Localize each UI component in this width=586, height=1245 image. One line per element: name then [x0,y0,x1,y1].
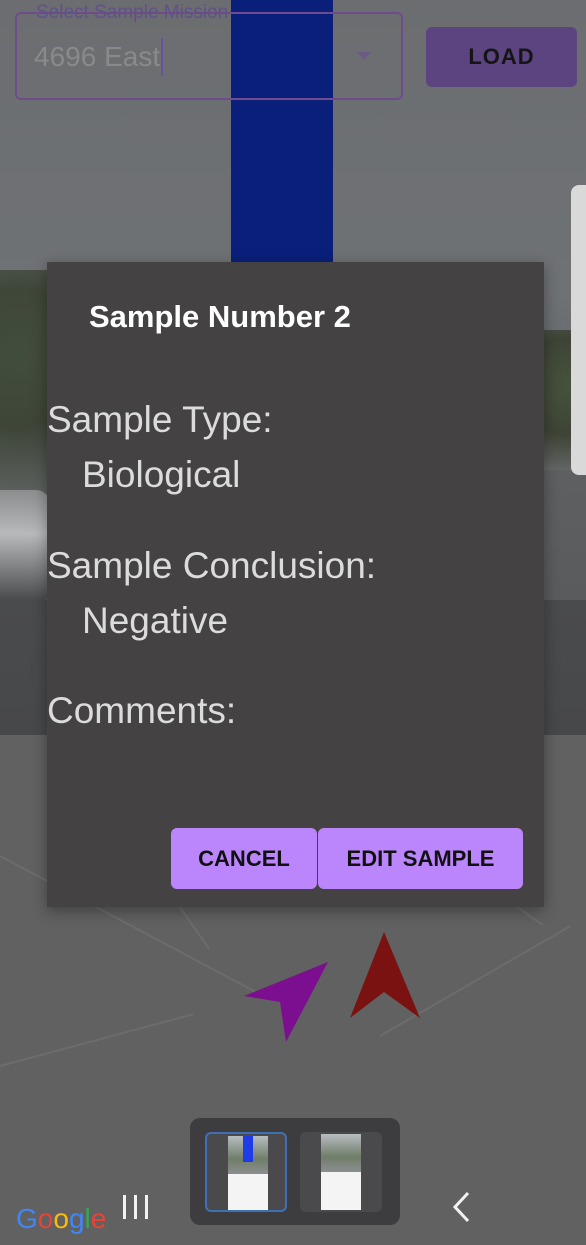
mission-select-value[interactable]: 4696 East [34,40,160,74]
side-panel-handle[interactable] [571,185,586,475]
sample-conclusion-value: Negative [82,600,229,641]
recents-icon[interactable] [121,1192,151,1222]
google-logo: Google [16,1203,107,1234]
thumbnail-screen [321,1134,361,1210]
recent-app-thumbnail[interactable] [205,1132,287,1212]
parked-car [0,490,50,600]
sample-conclusion-label: Sample Conclusion: [47,545,377,586]
heading-arrow-icon[interactable] [348,930,422,1022]
app-screen: Select Sample Mission 4696 East LOAD Sam… [0,0,586,1245]
thumbnail-photo [321,1134,361,1172]
sample-dialog: Sample Number 2 Sample Type: Biological … [47,262,544,907]
user-location-arrow-icon[interactable] [240,958,332,1046]
edit-sample-button[interactable]: EDIT SAMPLE [318,828,523,889]
mission-select-label: Select Sample Mission [36,2,229,23]
thumbnail-screen [228,1136,268,1210]
load-button[interactable]: LOAD [426,27,577,87]
dialog-title: Sample Number 2 [89,299,351,334]
dropdown-caret-icon[interactable] [357,52,371,60]
sample-type-value: Biological [82,454,241,495]
map-road-line [0,1013,194,1067]
recent-app-thumbnail[interactable] [300,1132,382,1212]
thumbnail-path-bar [243,1136,253,1162]
cancel-button[interactable]: CANCEL [171,828,317,889]
sample-type-label: Sample Type: [47,399,273,440]
back-chevron-icon[interactable] [450,1190,474,1224]
recent-apps-strip [190,1118,400,1225]
comments-label: Comments: [47,690,237,731]
text-cursor [161,38,163,76]
